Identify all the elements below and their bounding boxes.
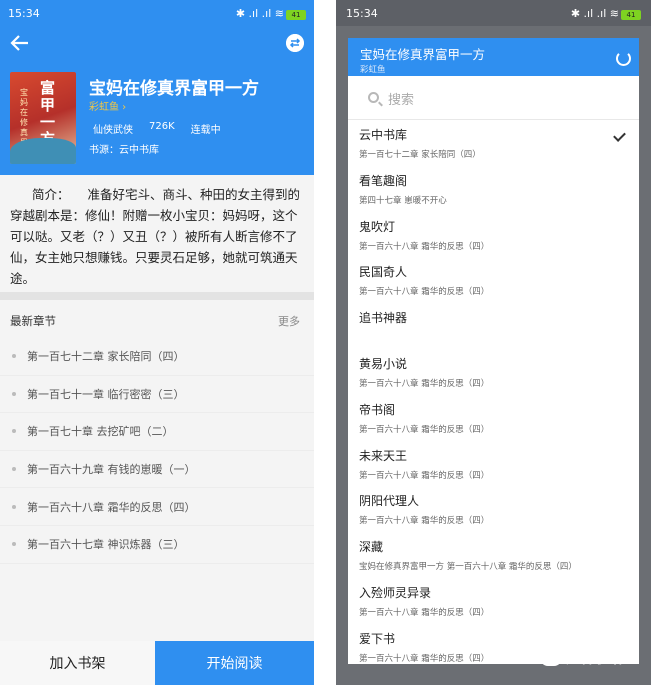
status-time: 15:34 bbox=[346, 6, 378, 20]
dialog-header: 宝妈在修真界富甲一方 彩虹鱼 bbox=[348, 38, 639, 76]
bullet-icon bbox=[12, 467, 16, 472]
status-icons: ✱ .ıl .ıl ≋ 41 bbox=[571, 7, 641, 20]
book-header: 15:34 ✱ .ıl .ıl ≋41 富甲一方 宝妈在修真界 宝妈在修真界富甲… bbox=[0, 0, 314, 175]
battery-icon: 41 bbox=[286, 9, 306, 20]
bullet-icon bbox=[12, 504, 16, 509]
source-name: 民国奇人 bbox=[359, 265, 408, 280]
bullet-icon bbox=[12, 542, 16, 547]
section-divider bbox=[0, 292, 314, 300]
chapter-title: 第一百七十一章 临行密密（三） bbox=[27, 387, 185, 401]
source-item[interactable]: 阴阳代理人第一百六十八章 霜华的反思（四） bbox=[348, 488, 639, 534]
source-name: 看笔趣阁 bbox=[359, 173, 408, 188]
bullet-icon bbox=[12, 391, 16, 396]
source-name: 云中书库 bbox=[359, 128, 408, 142]
cover-wave bbox=[10, 138, 76, 164]
latest-chapters-heading: 最新章节 bbox=[10, 314, 56, 328]
chapter-item[interactable]: 第一百六十八章 霜华的反思（四） bbox=[0, 488, 314, 526]
source-name: 未来天王 bbox=[359, 448, 408, 463]
source-item[interactable]: 民国奇人第一百六十八章 霜华的反思（四） bbox=[348, 259, 639, 305]
book-cover[interactable]: 富甲一方 宝妈在修真界 bbox=[10, 72, 76, 164]
chapter-item[interactable]: 第一百七十一章 临行密密（三） bbox=[0, 376, 314, 414]
chapter-title: 第一百七十章 去挖矿吧（二） bbox=[27, 425, 174, 439]
dialog-subtitle: 彩虹鱼 bbox=[360, 65, 386, 75]
status-bar: 15:34 ✱ .ıl .ıl ≋ 41 bbox=[336, 0, 651, 26]
source-name: 阴阳代理人 bbox=[359, 494, 420, 509]
dialog-title: 宝妈在修真界富甲一方 bbox=[360, 47, 486, 62]
book-genre: 仙侠武侠 bbox=[93, 125, 133, 136]
switch-source-icon[interactable] bbox=[286, 34, 304, 52]
source-item[interactable]: 追书神器 bbox=[348, 305, 639, 351]
watermark: 知客小站 bbox=[540, 648, 622, 668]
more-chapters-link[interactable]: 更多 bbox=[278, 313, 300, 329]
book-meta: 仙侠武侠 726K 连载中 bbox=[93, 121, 221, 136]
chapter-item[interactable]: 第一百七十二章 家长陪同（四） bbox=[0, 338, 314, 376]
search-bar[interactable]: 搜索 bbox=[348, 76, 639, 120]
chapter-title: 第一百六十九章 有钱的崽暖（一） bbox=[27, 463, 196, 477]
intro-label: 简介： bbox=[32, 187, 70, 202]
source-list: 云中书库 第一百七十二章 家长陪同（四） 看笔趣阁 第四十七章 崽暖不开心 鬼吹灯第… bbox=[348, 122, 639, 664]
book-source: 书源：云中书库 bbox=[89, 145, 159, 156]
source-item[interactable]: 鬼吹灯第一百六十八章 霜华的反思（四） bbox=[348, 214, 639, 260]
battery-icon: 41 bbox=[621, 9, 641, 20]
book-author-link[interactable]: 彩虹鱼 › bbox=[89, 98, 126, 113]
source-item[interactable]: 深藏宝妈在修真界富甲一方 第一百六十八章 霜华的反思（四） bbox=[348, 534, 639, 580]
source-item[interactable]: 帝书阁第一百六十八章 霜华的反思（四） bbox=[348, 397, 639, 443]
source-latest-chapter: 第一百六十八章 霜华的反思（四） bbox=[359, 607, 490, 618]
chapter-title: 第一百六十八章 霜华的反思（四） bbox=[27, 500, 196, 514]
source-name: 帝书阁 bbox=[359, 402, 396, 417]
back-arrow-icon[interactable] bbox=[10, 34, 30, 52]
source-dialog: 宝妈在修真界富甲一方 彩虹鱼 搜索 云中书库第一百七十二章 家长陪同（四） 看笔… bbox=[348, 38, 639, 664]
source-latest-chapter: 第一百七十二章 家长陪同（四） bbox=[359, 150, 481, 160]
source-item[interactable]: 黄易小说第一百六十八章 霜华的反思（四） bbox=[348, 351, 639, 397]
status-bar: 15:34 ✱ .ıl .ıl ≋ 41 bbox=[0, 0, 314, 26]
wechat-icon bbox=[540, 650, 562, 666]
source-name: 追书神器 bbox=[359, 311, 408, 326]
bullet-icon bbox=[12, 429, 16, 434]
chapter-item[interactable]: 第一百七十章 去挖矿吧（二） bbox=[0, 413, 314, 451]
book-detail-screen: 15:34 ✱ .ıl .ıl ≋41 富甲一方 宝妈在修真界 宝妈在修真界富甲… bbox=[0, 0, 314, 685]
source-name: 鬼吹灯 bbox=[359, 219, 396, 234]
search-icon bbox=[368, 92, 379, 103]
source-latest-chapter: 第一百六十八章 霜华的反思（四） bbox=[359, 241, 490, 252]
source-latest-chapter: 第一百六十八章 霜华的反思（四） bbox=[359, 287, 490, 298]
source-name: 入殓师灵异录 bbox=[359, 585, 432, 600]
source-latest-chapter: 第一百六十八章 霜华的反思（四） bbox=[359, 470, 490, 481]
book-intro: 简介： 准备好宅斗、商斗、种田的女主得到的穿越剧本是：修仙！附赠一枚小宝贝：妈妈呀… bbox=[10, 184, 306, 289]
status-time: 15:34 bbox=[8, 6, 40, 20]
source-latest-chapter: 宝妈在修真界富甲一方 第一百六十八章 霜华的反思（四） bbox=[359, 562, 577, 573]
source-picker-screen: 15:34 ✱ .ıl .ıl ≋ 41 宝妈在修真界富甲一方 彩虹鱼 搜索 云中… bbox=[336, 0, 651, 685]
chapter-item[interactable]: 第一百六十七章 神识炼器（三） bbox=[0, 526, 314, 564]
watermark-text: 知客小站 bbox=[566, 651, 622, 667]
chapter-title: 第一百七十二章 家长陪同（四） bbox=[27, 350, 185, 364]
source-item[interactable]: 未来天王第一百六十八章 霜华的反思（四） bbox=[348, 443, 639, 489]
start-reading-button[interactable]: 开始阅读 bbox=[155, 641, 314, 685]
book-status: 连载中 bbox=[190, 125, 221, 136]
source-latest-chapter: 第一百六十八章 霜华的反思（四） bbox=[359, 424, 490, 435]
source-name: 爱下书 bbox=[359, 631, 396, 646]
status-icons: ✱ .ıl .ıl ≋ 41 bbox=[236, 7, 306, 20]
source-latest-chapter: 第四十七章 崽暖不开心 bbox=[359, 195, 447, 206]
check-icon bbox=[613, 129, 626, 142]
source-name: 深藏 bbox=[359, 540, 384, 555]
source-name: 黄易小说 bbox=[359, 356, 408, 371]
source-item[interactable]: 入殓师灵异录第一百六十八章 霜华的反思（四） bbox=[348, 580, 639, 626]
book-title: 宝妈在修真界富甲一方 bbox=[89, 79, 259, 99]
add-to-shelf-button[interactable]: 加入书架 bbox=[0, 641, 155, 685]
source-item[interactable]: 云中书库第一百七十二章 家长陪同（四） bbox=[348, 122, 639, 168]
chapter-list: 第一百七十二章 家长陪同（四） 第一百七十一章 临行密密（三） 第一百七十章 去… bbox=[0, 338, 314, 564]
source-item[interactable]: 看笔趣阁第四十七章 崽暖不开心 bbox=[348, 168, 639, 214]
chapter-item[interactable]: 第一百六十九章 有钱的崽暖（一） bbox=[0, 451, 314, 489]
search-input[interactable]: 搜索 bbox=[388, 89, 414, 108]
source-latest-chapter: 第一百六十八章 霜华的反思（四） bbox=[359, 653, 490, 664]
source-latest-chapter: 第一百六十八章 霜华的反思（四） bbox=[359, 378, 490, 389]
source-latest-chapter: 第一百六十八章 霜华的反思（四） bbox=[359, 516, 490, 527]
book-words: 726K bbox=[149, 121, 175, 132]
refresh-icon[interactable] bbox=[616, 51, 631, 66]
chapter-title: 第一百六十七章 神识炼器（三） bbox=[27, 538, 185, 552]
bullet-icon bbox=[12, 354, 16, 359]
